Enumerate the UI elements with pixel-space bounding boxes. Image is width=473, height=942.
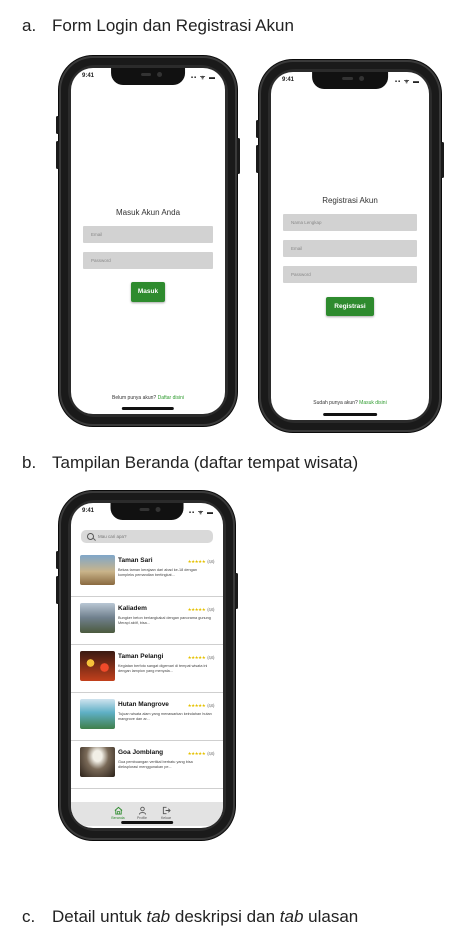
- list-item[interactable]: Kaliadem ★★★★★ (4,6) Bungker beton berlan…: [71, 597, 223, 645]
- rating-value: (4,6): [207, 751, 214, 756]
- login-footer: Belum punya akun? Daftar disini: [71, 395, 225, 401]
- destination-name: Taman Pelangi: [118, 653, 164, 660]
- section-a-letter: a.: [22, 16, 37, 35]
- signal-wifi-battery-icon: ▪▪ ᯤ ▬: [190, 75, 216, 81]
- status-time: 9:41: [82, 73, 95, 79]
- destination-description: Bekas taman kerajaan dari abad ke-18 den…: [118, 568, 197, 577]
- tab-profile[interactable]: Profile: [132, 806, 152, 820]
- rating-value: (4,6): [207, 559, 214, 564]
- list-item[interactable]: Hutan Mangrove ★★★★★ (4,6) Tujuan wisata …: [71, 693, 223, 741]
- destination-thumbnail: [80, 555, 115, 585]
- home-phone-mockup: 9:41 ▪▪ ᯤ ▬ Mau cari apa? Taman Sari ★★★…: [56, 491, 238, 840]
- search-input[interactable]: Mau cari apa?: [81, 530, 213, 543]
- password-field[interactable]: Password: [283, 266, 417, 283]
- name-field[interactable]: Nama Lengkap: [283, 214, 417, 231]
- tab-label: Beranda: [111, 816, 125, 820]
- register-button[interactable]: Registrasi: [326, 297, 374, 316]
- section-a-title: Form Login dan Registrasi Akun: [52, 16, 294, 35]
- register-title: Registrasi Akun: [322, 196, 378, 205]
- home-indicator: [323, 413, 377, 416]
- notch: [312, 72, 388, 89]
- section-c-text-mid: deskripsi dan: [170, 907, 280, 926]
- destination-name: Taman Sari: [118, 557, 153, 564]
- password-field[interactable]: Password: [83, 252, 213, 269]
- list-item[interactable]: Taman Pelangi ★★★★★ (4,6) Kegiatan berfot…: [71, 645, 223, 693]
- section-b-title: Tampilan Beranda (daftar tempat wisata): [52, 453, 359, 472]
- destination-thumbnail: [80, 699, 115, 729]
- login-footer-text: Belum punya akun?: [112, 395, 158, 401]
- destination-description: Tujuan wisata alam yang menawarkan keind…: [118, 712, 212, 721]
- search-icon: [87, 533, 94, 540]
- status-time: 9:41: [282, 77, 295, 83]
- section-c-text-pre: Detail untuk: [52, 907, 147, 926]
- register-link[interactable]: Daftar disini: [158, 395, 184, 401]
- rating-value: (4,6): [207, 703, 214, 708]
- register-footer-text: Sudah punya akun?: [313, 400, 360, 406]
- register-screen: 9:41 ▪▪ ᯤ ▬ Registrasi Akun Nama Lengkap…: [271, 72, 429, 420]
- section-b-letter: b.: [22, 453, 37, 472]
- destination-name: Hutan Mangrove: [118, 701, 169, 708]
- notch: [110, 503, 184, 520]
- rating: ★★★★★ (4,6): [187, 559, 215, 564]
- rating: ★★★★★ (4,6): [187, 703, 215, 708]
- list-item[interactable]: Goa Jomblang ★★★★★ (4,6) Gua pembuangan v…: [71, 741, 223, 789]
- rating: ★★★★★ (4,6): [187, 607, 215, 612]
- home-indicator: [121, 821, 173, 824]
- rating: ★★★★★ (4,6): [187, 655, 215, 660]
- tab-beranda[interactable]: Beranda: [108, 806, 128, 820]
- rating-value: (4,6): [207, 655, 214, 660]
- login-title: Masuk Akun Anda: [115, 208, 181, 217]
- section-c-tab-word: tab: [146, 907, 171, 926]
- destination-thumbnail: [80, 747, 115, 777]
- home-icon: [114, 806, 122, 815]
- login-phone-mockup: 9:41 ▪▪ ᯤ ▬ Masuk Akun Anda Email Passwo…: [56, 56, 240, 426]
- notch: [111, 68, 185, 85]
- destination-description: Bungker beton berlangkakal dengan panora…: [118, 616, 211, 625]
- status-time: 9:41: [82, 508, 95, 514]
- rating: ★★★★★ (4,6): [187, 751, 215, 756]
- destination-thumbnail: [80, 603, 115, 633]
- list-item[interactable]: Taman Sari ★★★★★ (4,6) Bekas taman keraja…: [71, 549, 223, 597]
- destination-name: Kaliadem: [118, 605, 147, 612]
- signal-wifi-battery-icon: ▪▪ ᯤ ▬: [188, 510, 214, 516]
- home-screen: 9:41 ▪▪ ᯤ ▬ Mau cari apa? Taman Sari ★★★…: [71, 503, 223, 828]
- signal-wifi-battery-icon: ▪▪ ᯤ ▬: [394, 79, 420, 85]
- search-placeholder: Mau cari apa?: [98, 534, 127, 539]
- section-b-heading: b. Tampilan Beranda (daftar tempat wisata…: [22, 453, 358, 473]
- section-c-tab-word: tab: [279, 907, 304, 926]
- destination-list: Taman Sari ★★★★★ (4,6) Bekas taman keraja…: [71, 549, 223, 789]
- rating-value: (4,6): [207, 607, 214, 612]
- register-phone-mockup: 9:41 ▪▪ ᯤ ▬ Registrasi Akun Nama Lengkap…: [256, 60, 444, 432]
- section-c-letter: c.: [22, 907, 36, 926]
- login-button[interactable]: Masuk: [131, 282, 165, 302]
- email-field[interactable]: Email: [283, 240, 417, 257]
- tab-label: Keluar: [160, 816, 172, 820]
- section-c-heading: c. Detail untuk tab deskripsi dan tab ula…: [22, 907, 358, 927]
- destination-description: Gua pembuangan vertikal berbatu yang bis…: [118, 760, 193, 769]
- register-footer: Sudah punya akun? Masuk disini: [271, 400, 429, 406]
- section-a-heading: a. Form Login dan Registrasi Akun: [22, 16, 294, 36]
- tab-label: Profile: [137, 816, 147, 820]
- home-indicator: [121, 407, 175, 410]
- email-field[interactable]: Email: [83, 226, 213, 243]
- destination-thumbnail: [80, 651, 115, 681]
- destination-description: Kegiatan berfoto sangat digemari di temp…: [118, 664, 208, 673]
- login-link[interactable]: Masuk disini: [359, 400, 387, 406]
- login-screen: 9:41 ▪▪ ᯤ ▬ Masuk Akun Anda Email Passwo…: [71, 68, 225, 414]
- tab-keluar[interactable]: Keluar: [156, 806, 176, 820]
- destination-name: Goa Jomblang: [118, 749, 164, 756]
- logout-icon: [162, 806, 171, 815]
- section-c-text-post: ulasan: [303, 907, 359, 926]
- user-icon: [138, 806, 146, 815]
